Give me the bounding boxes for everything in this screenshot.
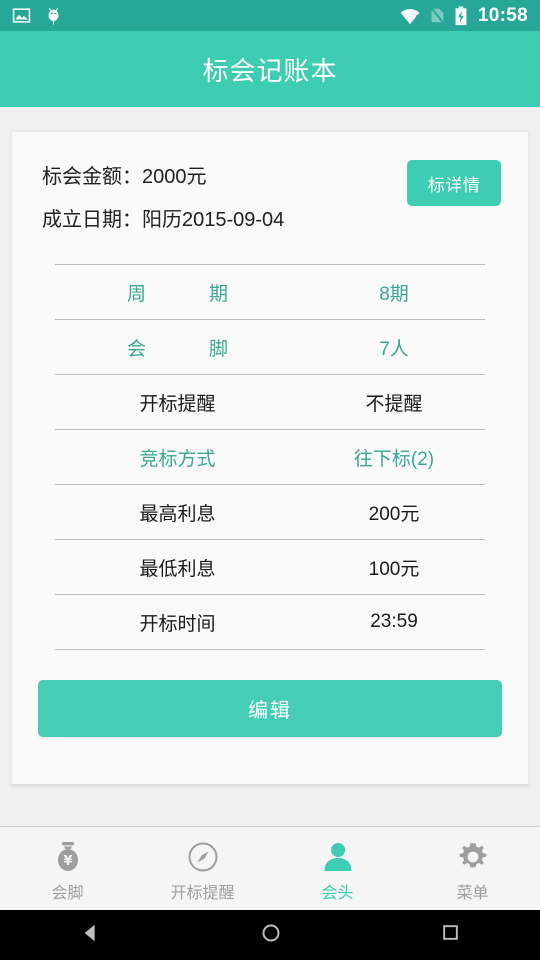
nav-item-会脚[interactable]: ¥ 会脚 xyxy=(0,827,135,910)
no-sim-icon xyxy=(429,6,446,25)
table-row-value: 不提醒 xyxy=(365,393,423,415)
app-bar: 标会记账本 xyxy=(0,31,540,107)
back-icon[interactable] xyxy=(80,922,102,949)
table-row[interactable]: 开标时间 23:59 xyxy=(55,594,485,650)
recents-icon[interactable] xyxy=(441,923,460,947)
status-bar-left-icons xyxy=(12,6,62,26)
table-row-label: 会 脚 xyxy=(126,338,250,360)
date-value: 阳历2015-09-04 xyxy=(142,209,285,231)
svg-text:¥: ¥ xyxy=(63,854,72,869)
wifi-alert-icon xyxy=(399,7,421,25)
table-row-value: 200元 xyxy=(368,503,420,525)
detail-button[interactable]: 标详情 xyxy=(407,160,501,206)
table-row[interactable]: 会 脚 7人 xyxy=(55,319,485,374)
table-row-value: 8期 xyxy=(379,283,409,305)
money-bag-icon: ¥ xyxy=(51,839,85,875)
table-row-value: 7人 xyxy=(379,338,409,360)
amount-value: 2000元 xyxy=(142,166,207,188)
table-row-label: 周 期 xyxy=(126,283,250,305)
table-row-value: 往下标(2) xyxy=(353,448,435,470)
android-robot-icon xyxy=(45,6,62,26)
summary-block: 标会金额：2000元 成立日期：阳历2015-09-04 标详情 xyxy=(12,132,528,256)
phone-screen: 10:58 标会记账本 标会金额：2000元 成立日期：阳历2015-09-04… xyxy=(0,0,540,960)
bottom-navigation: ¥ 会脚 开标提醒 会头 菜单 xyxy=(0,826,540,910)
date-label: 成立日期： xyxy=(42,209,142,231)
content-area: 标会金额：2000元 成立日期：阳历2015-09-04 标详情 周 期 8期会 … xyxy=(0,107,540,826)
table-row[interactable]: 周 期 8期 xyxy=(55,264,485,319)
status-bar-clock: 10:58 xyxy=(477,4,528,26)
table-row-value: 23:59 xyxy=(370,611,418,632)
table-row[interactable]: 开标提醒 不提醒 xyxy=(55,374,485,429)
person-icon xyxy=(321,839,355,875)
nav-item-label: 会头 xyxy=(321,884,354,902)
nav-item-label: 菜单 xyxy=(456,884,489,902)
image-icon xyxy=(12,6,31,25)
battery-charging-icon xyxy=(454,5,468,26)
status-bar-right-icons: 10:58 xyxy=(399,5,528,27)
date-line: 成立日期：阳历2015-09-04 xyxy=(42,203,498,232)
table-row-label: 最高利息 xyxy=(139,503,216,525)
table-row-label: 开标时间 xyxy=(139,613,216,635)
table-row-label: 最低利息 xyxy=(139,558,216,580)
edit-button[interactable]: 编辑 xyxy=(38,680,502,737)
nav-item-label: 开标提醒 xyxy=(170,884,235,902)
edit-button-wrap: 编辑 xyxy=(12,650,528,737)
nav-item-开标提醒[interactable]: 开标提醒 xyxy=(135,827,270,910)
page-title: 标会记账本 xyxy=(202,55,338,86)
table-row-label: 竞标方式 xyxy=(139,448,216,470)
gear-icon xyxy=(456,839,490,875)
detail-card: 标会金额：2000元 成立日期：阳历2015-09-04 标详情 周 期 8期会 … xyxy=(11,131,529,786)
table-row[interactable]: 竞标方式 往下标(2) xyxy=(55,429,485,484)
detail-table: 周 期 8期会 脚 7人开标提醒 不提醒竞标方式 往下标(2) 最高利息 200元最低利息 1… xyxy=(55,264,485,650)
home-icon[interactable] xyxy=(261,923,281,948)
table-row-label: 开标提醒 xyxy=(139,393,216,415)
table-row-value: 100元 xyxy=(368,558,420,580)
status-bar: 10:58 xyxy=(0,0,540,31)
system-navigation-bar xyxy=(0,910,540,960)
table-row[interactable]: 最低利息 100元 xyxy=(55,539,485,594)
compass-icon xyxy=(186,839,220,875)
nav-item-菜单[interactable]: 菜单 xyxy=(405,827,540,910)
table-row[interactable]: 最高利息 200元 xyxy=(55,484,485,539)
amount-label: 标会金额： xyxy=(42,166,142,188)
nav-item-会头[interactable]: 会头 xyxy=(270,827,405,910)
nav-item-label: 会脚 xyxy=(51,884,84,902)
